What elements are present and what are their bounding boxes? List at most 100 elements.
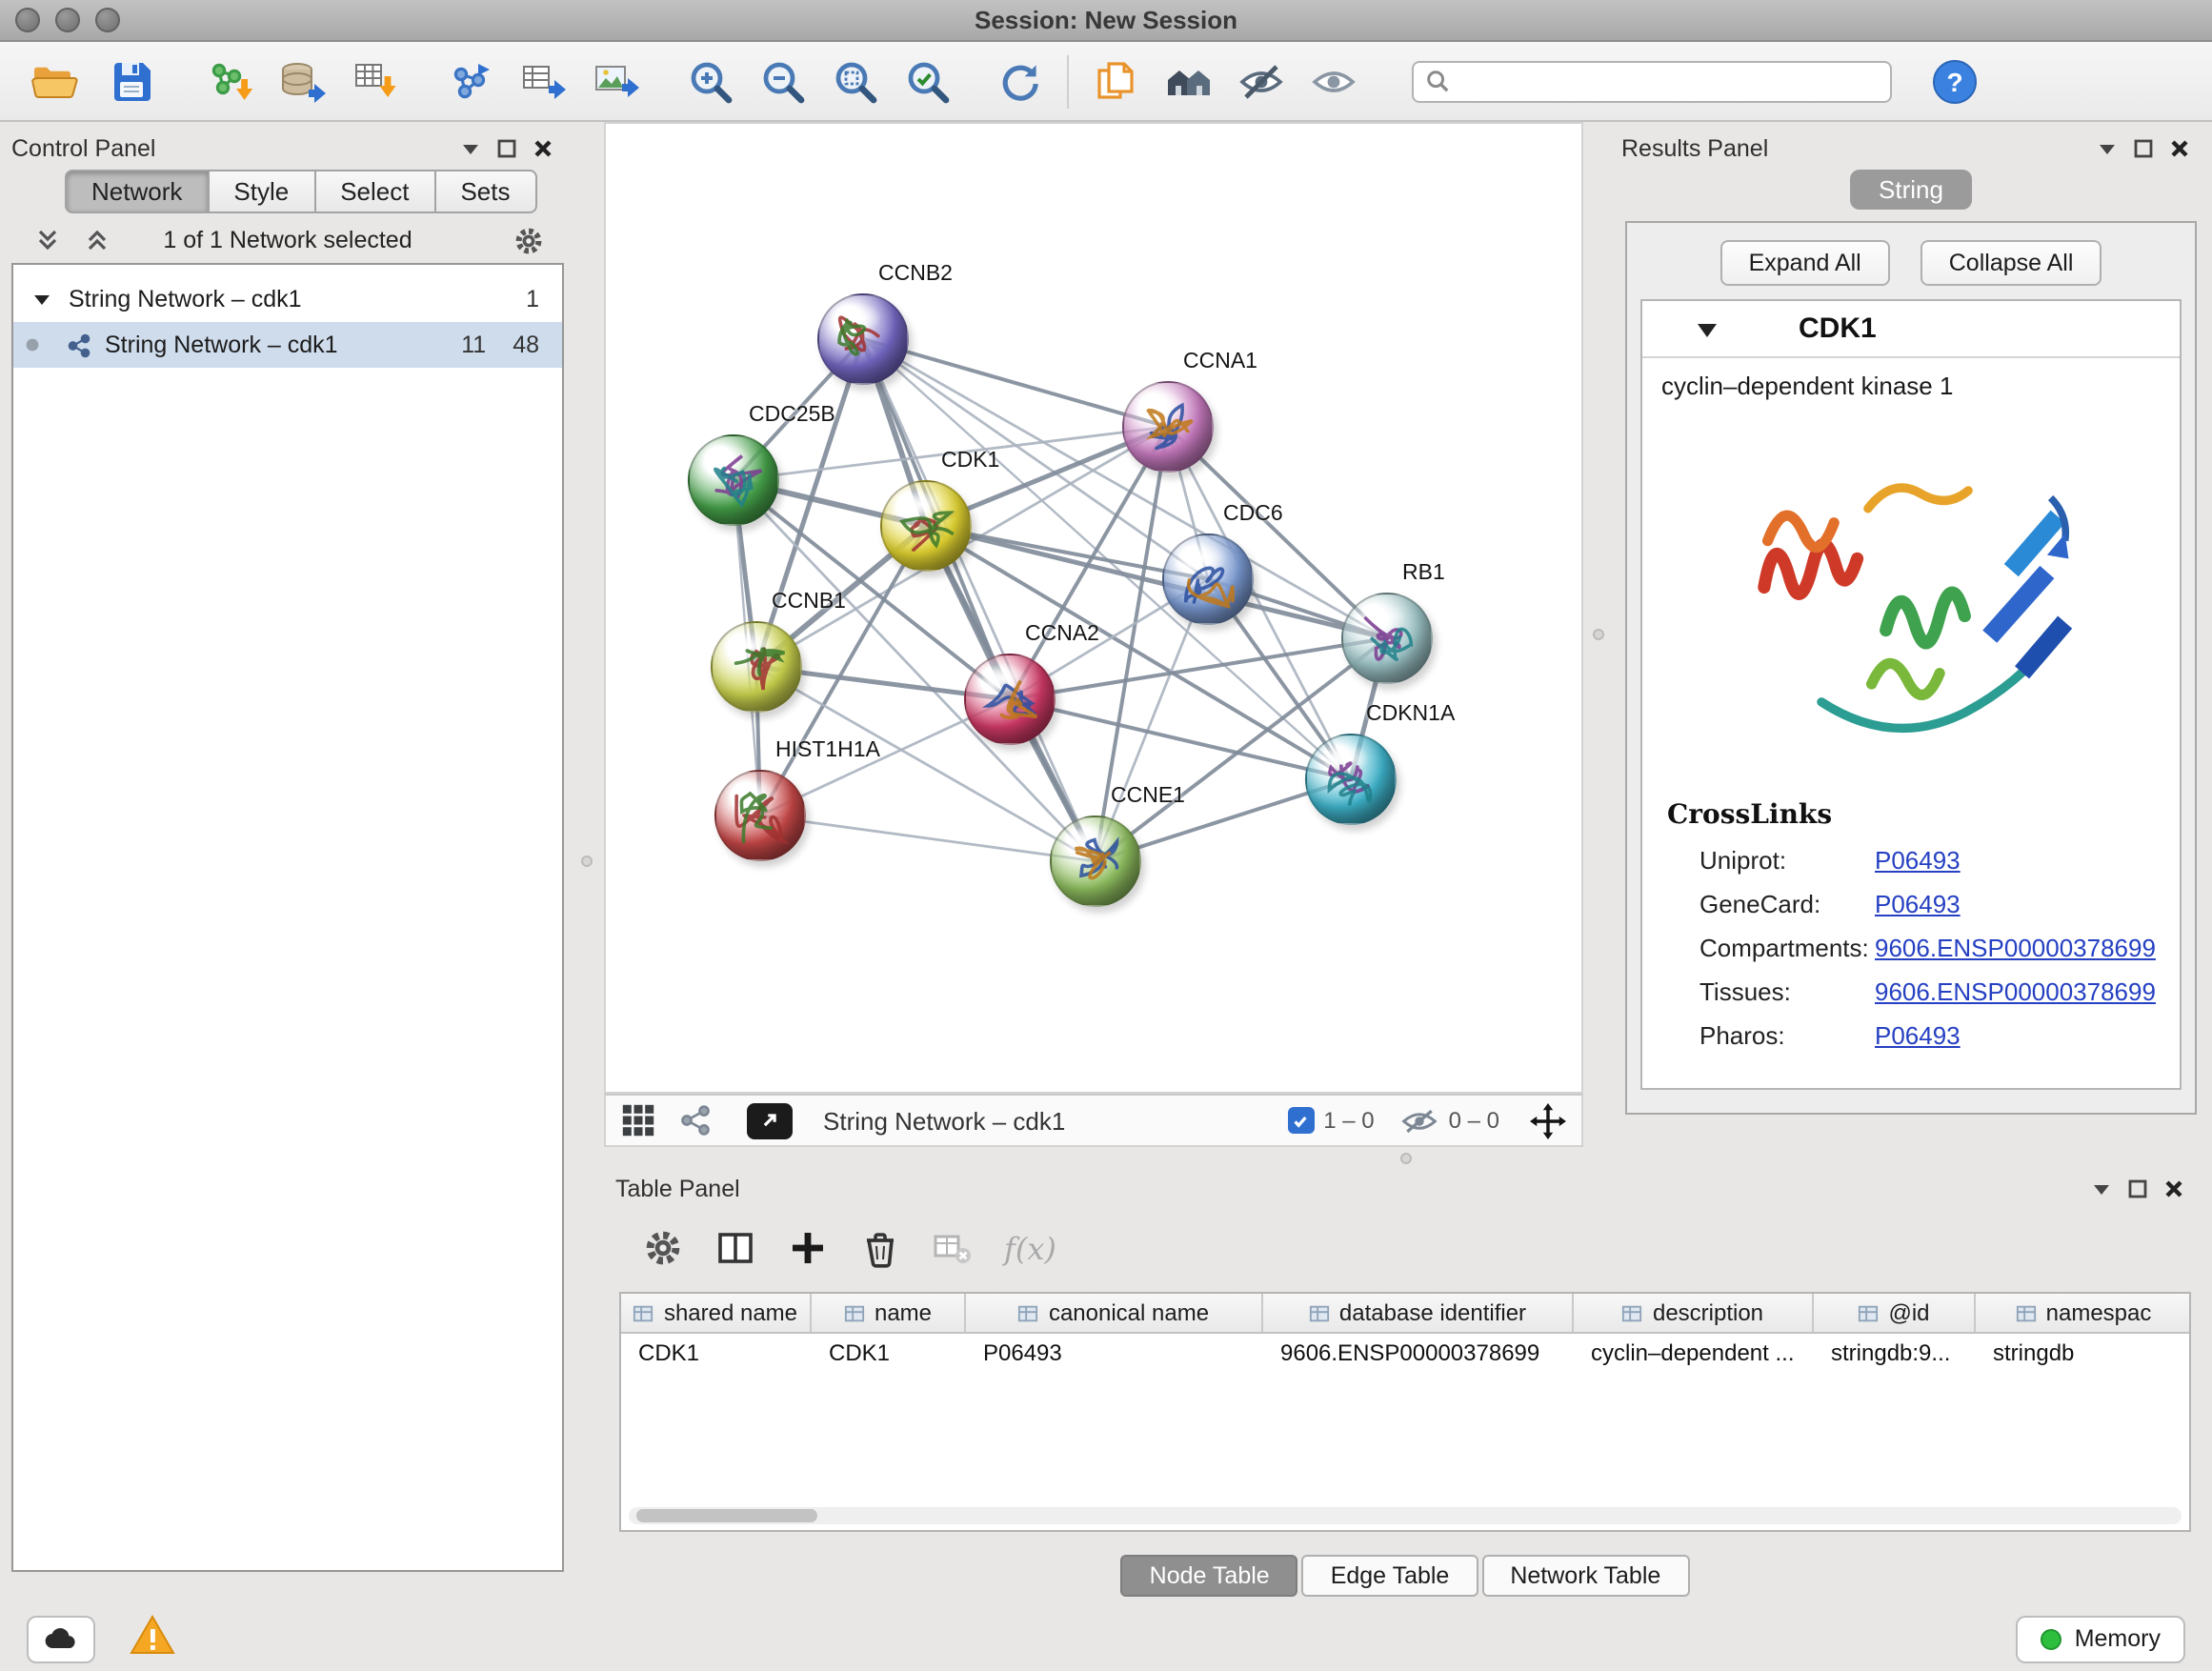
network-edge[interactable] [760, 815, 1096, 861]
birds-eye-grid-icon[interactable] [621, 1103, 655, 1137]
string-results-tab[interactable]: String [1850, 170, 1972, 210]
table-cell[interactable]: 9606.ENSP00000378699 [1263, 1334, 1574, 1374]
table-row[interactable]: CDK1CDK1P064939606.ENSP00000378699cyclin… [621, 1334, 2189, 1374]
crosslink-link[interactable]: P06493 [1875, 846, 1961, 875]
network-edge[interactable] [863, 339, 1168, 427]
column-header--id[interactable]: @id [1814, 1294, 1976, 1332]
zoom-selected-button[interactable] [899, 52, 956, 110]
crosslink-link[interactable]: 9606.ENSP00000378699 [1875, 977, 2156, 1006]
selected-nodes-checkbox-icon[interactable] [1287, 1107, 1314, 1134]
network-node-ccne1[interactable] [1050, 815, 1141, 907]
open-session-button[interactable] [27, 52, 84, 110]
export-image-button[interactable] [587, 52, 644, 110]
delete-column-icon[interactable] [859, 1227, 901, 1269]
warning-indicator-button[interactable] [130, 1613, 175, 1664]
import-network-file-button[interactable] [202, 52, 259, 110]
crosslink-link[interactable]: P06493 [1875, 1021, 1961, 1050]
table-cell[interactable]: P06493 [966, 1334, 1263, 1374]
open-in-browser-button[interactable] [747, 1102, 793, 1138]
search-input[interactable] [1458, 68, 1879, 94]
toolbar-search-field[interactable] [1412, 60, 1892, 102]
apply-layout-button[interactable] [991, 52, 1048, 110]
protein-section-header[interactable]: CDK1 [1642, 301, 2180, 358]
home-view-button[interactable] [1160, 52, 1217, 110]
network-node-ccnb1[interactable] [711, 621, 802, 713]
panel-menu-icon[interactable] [2096, 137, 2119, 160]
expand-all-button[interactable]: Expand All [1720, 240, 1890, 286]
tab-network[interactable]: Network [65, 170, 207, 213]
left-splitter-handle[interactable] [581, 856, 593, 867]
table-cell[interactable]: CDK1 [621, 1334, 812, 1374]
network-node-cdc6[interactable] [1162, 534, 1254, 625]
column-header-database-identifier[interactable]: database identifier [1263, 1294, 1574, 1332]
column-header-description[interactable]: description [1574, 1294, 1814, 1332]
network-node-cdkn1a[interactable] [1305, 734, 1397, 825]
pan-move-icon[interactable] [1530, 1102, 1566, 1138]
network-node-cdc25b[interactable] [688, 434, 779, 526]
table-cell[interactable]: CDK1 [812, 1334, 966, 1374]
bottom-splitter-handle[interactable] [1400, 1153, 1412, 1164]
protein-structure-thumbnail-icon [890, 490, 966, 566]
tab-select[interactable]: Select [313, 170, 433, 213]
network-tree: String Network – cdk1 1 String Network –… [11, 263, 564, 1572]
crosslink-link[interactable]: 9606.ENSP00000378699 [1875, 934, 2156, 962]
cloud-status-button[interactable] [27, 1615, 95, 1662]
hidden-eye-slash-icon[interactable] [1401, 1106, 1439, 1135]
table-cell[interactable]: stringdb [1976, 1334, 2191, 1374]
network-canvas[interactable]: CCNB2CCNA1CDC25BCDK1CDC6RB1CCNB1CCNA2CDK… [604, 122, 1583, 1094]
network-node-ccna1[interactable] [1122, 381, 1214, 473]
tab-sets[interactable]: Sets [433, 170, 536, 213]
show-columns-icon[interactable] [714, 1227, 756, 1269]
column-header-canonical-name[interactable]: canonical name [966, 1294, 1263, 1332]
panel-close-icon[interactable] [2162, 1178, 2185, 1200]
add-column-icon[interactable] [787, 1227, 829, 1269]
tab-style[interactable]: Style [207, 170, 313, 213]
tab-edge-table[interactable]: Edge Table [1302, 1555, 1478, 1597]
panel-menu-icon[interactable] [2090, 1178, 2113, 1200]
import-table-button[interactable] [347, 52, 404, 110]
memory-button[interactable]: Memory [2016, 1615, 2185, 1662]
network-overview-share-icon[interactable] [678, 1103, 713, 1137]
table-cell[interactable]: cyclin–dependent ... [1574, 1334, 1814, 1374]
network-row-selected[interactable]: String Network – cdk1 11 48 [13, 322, 562, 368]
network-edge[interactable] [1010, 699, 1351, 779]
panel-float-icon[interactable] [495, 137, 518, 160]
import-network-database-button[interactable] [274, 52, 332, 110]
panel-menu-icon[interactable] [459, 137, 482, 160]
panel-close-icon[interactable] [532, 137, 554, 160]
column-header-shared-name[interactable]: shared name [621, 1294, 812, 1332]
network-node-cdk1[interactable] [880, 480, 972, 572]
tab-network-table[interactable]: Network Table [1481, 1555, 1689, 1597]
panel-float-icon[interactable] [2132, 137, 2155, 160]
column-header-namespac[interactable]: namespac [1976, 1294, 2191, 1332]
zoom-fit-button[interactable] [827, 52, 884, 110]
hide-graphics-button[interactable] [1233, 52, 1290, 110]
network-node-ccnb2[interactable] [817, 293, 909, 385]
help-button[interactable]: ? [1926, 52, 1983, 110]
new-network-button[interactable] [442, 52, 499, 110]
column-header-name[interactable]: name [812, 1294, 966, 1332]
export-table-button[interactable] [514, 52, 572, 110]
scrollbar-thumb[interactable] [636, 1509, 817, 1522]
zoom-out-button[interactable] [754, 52, 812, 110]
tab-node-table[interactable]: Node Table [1121, 1555, 1298, 1597]
network-edge[interactable] [863, 339, 1096, 861]
crosslink-link[interactable]: P06493 [1875, 890, 1961, 918]
panel-close-icon[interactable] [2168, 137, 2191, 160]
table-horizontal-scrollbar[interactable] [629, 1507, 2182, 1524]
network-collection-row[interactable]: String Network – cdk1 1 [13, 276, 562, 322]
panel-float-icon[interactable] [2126, 1178, 2149, 1200]
table-gear-icon[interactable] [642, 1227, 684, 1269]
clone-network-button[interactable] [1088, 52, 1145, 110]
show-graphics-button[interactable] [1305, 52, 1362, 110]
collapse-all-button[interactable]: Collapse All [1920, 240, 2102, 286]
section-collapse-icon[interactable] [1696, 317, 1719, 340]
network-node-ccna2[interactable] [964, 654, 1056, 745]
network-node-hist1h1a[interactable] [714, 770, 806, 861]
zoom-in-button[interactable] [682, 52, 739, 110]
right-splitter-handle[interactable] [1593, 629, 1604, 640]
tree-expand-icon[interactable] [32, 290, 51, 309]
save-session-button[interactable] [103, 52, 160, 110]
table-cell[interactable]: stringdb:9... [1814, 1334, 1976, 1374]
network-node-rb1[interactable] [1341, 593, 1433, 684]
